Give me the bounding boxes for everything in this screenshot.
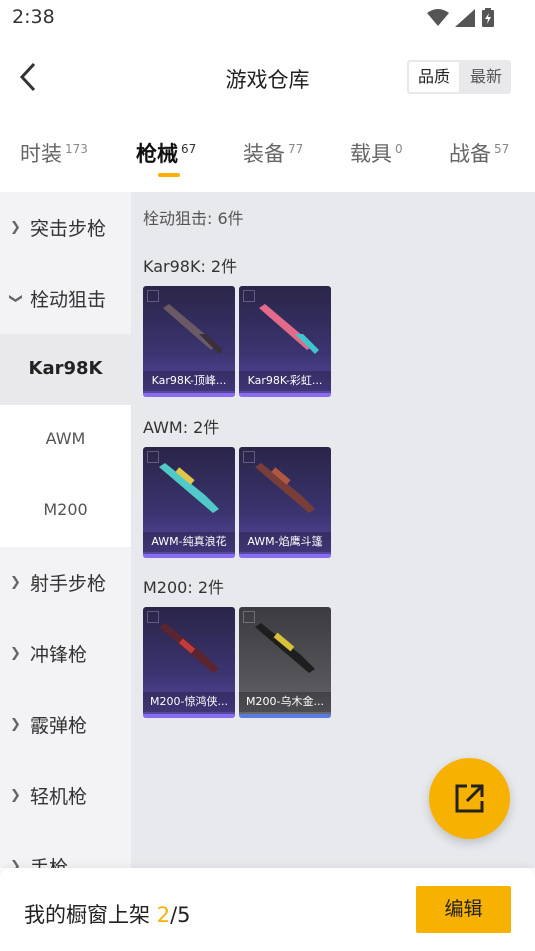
app-header: 游戏仓库 品质 最新 — [0, 46, 535, 108]
tab-guns[interactable]: 枪械 67 — [136, 138, 196, 168]
tab-fashion[interactable]: 时装 173 — [20, 138, 88, 168]
rarity-bar — [143, 554, 235, 558]
chevron-down-icon: ❯ — [7, 293, 23, 304]
battery-icon — [482, 8, 494, 27]
skin-card[interactable]: M200-惊鸿侠... — [143, 607, 235, 718]
rifle-icon — [259, 304, 319, 354]
sort-quality-button[interactable]: 品质 — [409, 62, 459, 92]
skin-card[interactable]: M200-乌木金... — [239, 607, 331, 718]
chevron-right-icon: ❯ — [10, 646, 21, 661]
skin-name: Kar98K-顶峰... — [143, 371, 235, 391]
sidebar-item-assault-rifle[interactable]: ❯ 突击步枪 — [0, 192, 131, 263]
sort-latest-button[interactable]: 最新 — [461, 60, 511, 94]
status-bar: 2:38 — [0, 0, 535, 36]
sidebar-item-shotgun[interactable]: ❯ 霰弹枪 — [0, 689, 131, 760]
active-tab-indicator — [158, 173, 180, 177]
share-external-icon — [455, 784, 484, 813]
skin-card[interactable]: AWM-纯真浪花 — [143, 447, 235, 558]
rarity-bar — [143, 393, 235, 397]
skin-name: M200-惊鸿侠... — [143, 692, 235, 712]
share-button[interactable] — [429, 758, 510, 839]
skin-card[interactable]: Kar98K-彩虹... — [239, 286, 331, 397]
showcase-bar: 我的橱窗上架 2/5 编辑 — [0, 868, 535, 951]
sidebar-subitem-awm[interactable]: AWM — [0, 405, 131, 476]
skin-name: AWM-纯真浪花 — [143, 532, 235, 552]
rifle-icon — [159, 623, 219, 673]
skin-card[interactable]: AWM-焰鹰斗篷 — [239, 447, 331, 558]
rarity-bar — [239, 714, 331, 718]
rarity-bar — [239, 554, 331, 558]
category-count-header: 栓动狙击: 6件 — [143, 209, 244, 228]
sidebar-item-smg[interactable]: ❯ 冲锋枪 — [0, 618, 131, 689]
chevron-right-icon: ❯ — [10, 859, 21, 868]
skin-name: M200-乌木金... — [239, 692, 331, 712]
rifle-icon — [163, 304, 223, 354]
sidebar-subitem-m200[interactable]: M200 — [0, 476, 131, 547]
rifle-icon — [159, 463, 219, 513]
sidebar-item-pistol[interactable]: ❯ 手枪 — [0, 831, 131, 868]
rarity-bar — [143, 714, 235, 718]
category-tabs: 时装 173 枪械 67 装备 77 载具 0 战备 57 — [0, 128, 535, 184]
group-title-kar98k: Kar98K: 2件 — [143, 257, 238, 276]
system-icons — [427, 8, 495, 28]
sidebar-subitem-kar98k[interactable]: Kar98K — [0, 334, 131, 405]
edit-button[interactable]: 编辑 — [416, 886, 511, 933]
chevron-right-icon: ❯ — [10, 575, 21, 590]
weapon-category-sidebar: ❯ 突击步枪 ❯ 栓动狙击 Kar98K AWM M200 ❯ 射手步枪 ❯ 冲… — [0, 192, 131, 868]
rarity-bar — [239, 393, 331, 397]
sidebar-item-marksman-rifle[interactable]: ❯ 射手步枪 — [0, 547, 131, 618]
signal-icon — [455, 9, 475, 27]
sort-toggle: 品质 最新 — [407, 60, 511, 94]
tab-equipment[interactable]: 装备 77 — [243, 138, 303, 168]
tab-supplies[interactable]: 战备 57 — [449, 138, 509, 168]
chevron-right-icon: ❯ — [10, 220, 21, 235]
sidebar-item-lmg[interactable]: ❯ 轻机枪 — [0, 760, 131, 831]
wifi-icon — [427, 9, 449, 26]
sidebar-item-bolt-sniper[interactable]: ❯ 栓动狙击 — [0, 263, 131, 334]
rifle-icon — [255, 463, 315, 513]
skin-name: AWM-焰鹰斗篷 — [239, 532, 331, 552]
chevron-right-icon: ❯ — [10, 788, 21, 803]
tab-vehicles[interactable]: 载具 0 — [350, 138, 403, 168]
chevron-right-icon: ❯ — [10, 717, 21, 732]
group-title-awm: AWM: 2件 — [143, 418, 220, 437]
clock: 2:38 — [12, 6, 55, 28]
rifle-icon — [255, 623, 315, 673]
showcase-count: 我的橱窗上架 2/5 — [24, 903, 191, 927]
skin-name: Kar98K-彩虹... — [239, 371, 331, 391]
skin-card[interactable]: Kar98K-顶峰... — [143, 286, 235, 397]
group-title-m200: M200: 2件 — [143, 578, 225, 597]
